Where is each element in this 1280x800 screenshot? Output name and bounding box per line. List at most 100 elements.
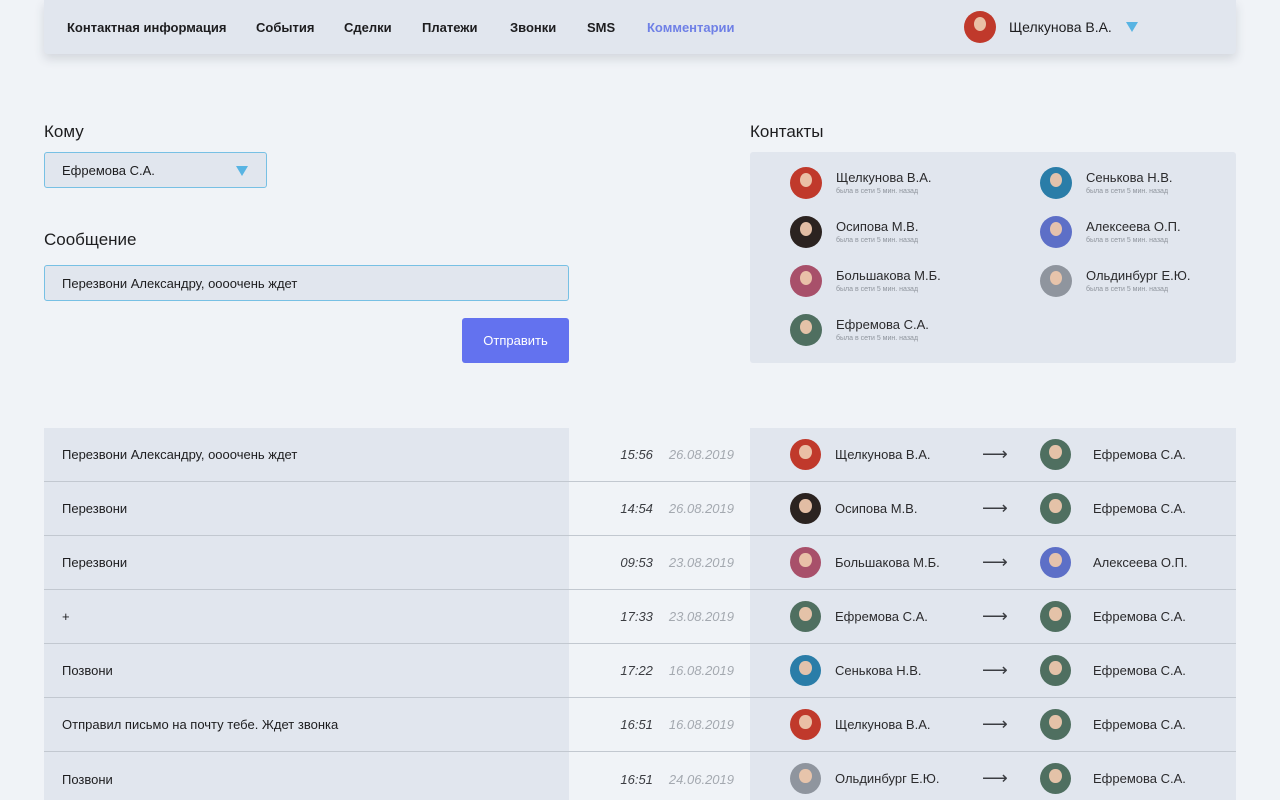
recipient-avatar xyxy=(1040,601,1071,632)
contact-item[interactable]: Большакова М.Б. была в сети 5 мин. назад xyxy=(790,265,941,297)
table-row[interactable]: Перезвони 09:53 23.08.2019 Большакова М.Б… xyxy=(44,536,1236,590)
contact-item[interactable]: Щелкунова В.А. была в сети 5 мин. назад xyxy=(790,167,931,199)
recipient-name: Ефремова С.А. xyxy=(1093,501,1186,516)
comment-author: Щелкунова В.А. xyxy=(790,709,930,740)
contacts-title: Контакты xyxy=(750,122,824,141)
contact-name: Ефремова С.А. xyxy=(836,316,929,332)
chevron-down-icon xyxy=(236,166,248,176)
comment-timestamp: 16:51 16.08.2019 xyxy=(569,698,750,751)
contact-name: Ольдинбург Е.Ю. xyxy=(1086,267,1191,283)
table-row[interactable]: Перезвони Александру, оооочень ждет 15:5… xyxy=(44,428,1236,482)
table-row[interactable]: Перезвони 14:54 26.08.2019 Осипова М.В. ⟶… xyxy=(44,482,1236,536)
arrow-right-icon: ⟶ xyxy=(982,768,1008,788)
comment-text: Отправил письмо на почту тебе. Ждет звон… xyxy=(44,698,569,751)
nav-tab-contact-info[interactable]: Контактная информация xyxy=(67,20,226,35)
nav-tab-payments[interactable]: Платежи xyxy=(422,20,477,35)
nav-tab-events[interactable]: События xyxy=(256,20,314,35)
chevron-down-icon xyxy=(1125,22,1138,32)
comment-text: Позвони xyxy=(44,644,569,697)
arrow-right-icon: ⟶ xyxy=(982,660,1008,680)
comment-participants: Ольдинбург Е.Ю. ⟶ Ефремова С.А. xyxy=(750,752,1236,800)
comment-date: 23.08.2019 xyxy=(668,555,734,570)
recipient-avatar xyxy=(1040,439,1071,470)
author-avatar xyxy=(790,655,821,686)
author-name: Щелкунова В.А. xyxy=(835,717,931,732)
comment-participants: Сенькова Н.В. ⟶ Ефремова С.А. xyxy=(750,644,1236,697)
comment-author: Ефремова С.А. xyxy=(790,601,928,632)
comment-timestamp: 09:53 23.08.2019 xyxy=(569,536,750,589)
comment-time: 16:51 xyxy=(620,771,653,787)
contact-item[interactable]: Ольдинбург Е.Ю. была в сети 5 мин. назад xyxy=(1040,265,1190,297)
table-row[interactable]: Отправил письмо на почту тебе. Ждет звон… xyxy=(44,698,1236,752)
contact-name: Осипова М.В. xyxy=(836,218,919,234)
contact-item[interactable]: Осипова М.В. была в сети 5 мин. назад xyxy=(790,216,918,248)
recipient-avatar xyxy=(1040,493,1071,524)
comment-timestamp: 16:51 24.06.2019 xyxy=(569,752,750,800)
contact-name: Алексеева О.П. xyxy=(1086,218,1181,234)
nav-tab-comments[interactable]: Комментарии xyxy=(647,20,735,35)
arrow-right-icon: ⟶ xyxy=(982,552,1008,572)
recipient-avatar xyxy=(1040,655,1071,686)
comment-timestamp: 14:54 26.08.2019 xyxy=(569,482,750,535)
contact-item[interactable]: Сенькова Н.В. была в сети 5 мин. назад xyxy=(1040,167,1173,199)
comment-recipient: Ефремова С.А. xyxy=(1040,439,1186,470)
author-name: Ефремова С.А. xyxy=(835,609,928,624)
nav-tab-sms[interactable]: SMS xyxy=(587,20,615,35)
nav-tab-calls[interactable]: Звонки xyxy=(510,20,556,35)
table-row[interactable]: Позвони 16:51 24.06.2019 Ольдинбург Е.Ю. … xyxy=(44,752,1236,800)
table-row[interactable]: Позвони 17:22 16.08.2019 Сенькова Н.В. ⟶ … xyxy=(44,644,1236,698)
comment-text: Перезвони Александру, оооочень ждет xyxy=(44,428,569,481)
comment-recipient: Ефремова С.А. xyxy=(1040,709,1186,740)
comment-recipient: Ефремова С.А. xyxy=(1040,601,1186,632)
comment-author: Осипова М.В. xyxy=(790,493,917,524)
comment-time: 16:51 xyxy=(620,717,653,732)
comment-participants: Большакова М.Б. ⟶ Алексеева О.П. xyxy=(750,536,1236,589)
contact-avatar xyxy=(790,167,822,199)
author-name: Осипова М.В. xyxy=(835,501,918,516)
recipient-select[interactable]: Ефремова С.А. xyxy=(44,152,267,188)
comment-time: 14:54 xyxy=(620,501,653,516)
comments-table: Перезвони Александру, оооочень ждет 15:5… xyxy=(44,428,1236,800)
recipient-name: Ефремова С.А. xyxy=(1093,771,1186,786)
author-name: Сенькова Н.В. xyxy=(835,663,922,678)
comment-time: 17:22 xyxy=(620,663,653,678)
comment-recipient: Ефремова С.А. xyxy=(1040,655,1186,686)
recipient-name: Ефремова С.А. xyxy=(1093,609,1186,624)
comment-author: Ольдинбург Е.Ю. xyxy=(790,763,939,794)
contact-status: была в сети 5 мин. назад xyxy=(836,187,919,195)
user-menu[interactable]: Щелкунова В.А. xyxy=(964,11,1138,43)
author-avatar xyxy=(790,601,821,632)
contact-name: Щелкунова В.А. xyxy=(836,169,932,185)
comment-text: Перезвони xyxy=(44,536,569,589)
comment-timestamp: 17:33 23.08.2019 xyxy=(569,590,750,643)
table-row[interactable]: + 17:33 23.08.2019 Ефремова С.А. ⟶ Ефремо… xyxy=(44,590,1236,644)
contact-item[interactable]: Алексеева О.П. была в сети 5 мин. назад xyxy=(1040,216,1181,248)
comment-timestamp: 17:22 16.08.2019 xyxy=(569,644,750,697)
contact-avatar xyxy=(1040,265,1072,297)
comment-participants: Щелкунова В.А. ⟶ Ефремова С.А. xyxy=(750,698,1236,751)
comment-timestamp: 15:56 26.08.2019 xyxy=(569,428,750,481)
author-avatar xyxy=(790,547,821,578)
author-avatar xyxy=(790,439,821,470)
contact-avatar xyxy=(790,265,822,297)
comment-participants: Ефремова С.А. ⟶ Ефремова С.А. xyxy=(750,590,1236,643)
recipient-avatar xyxy=(1040,547,1071,578)
comment-time: 09:53 xyxy=(620,555,653,570)
contact-name: Большакова М.Б. xyxy=(836,267,941,283)
contact-status: была в сети 5 мин. назад xyxy=(1086,187,1169,195)
contact-item[interactable]: Ефремова С.А. была в сети 5 мин. назад xyxy=(790,314,929,346)
message-input[interactable] xyxy=(44,265,569,301)
contact-status: была в сети 5 мин. назад xyxy=(836,334,919,342)
contact-status: была в сети 5 мин. назад xyxy=(836,236,919,244)
nav-tab-deals[interactable]: Сделки xyxy=(344,20,392,35)
arrow-right-icon: ⟶ xyxy=(982,714,1008,734)
comment-date: 26.08.2019 xyxy=(668,501,734,516)
contact-status: была в сети 5 мин. назад xyxy=(1086,236,1169,244)
send-button[interactable]: Отправить xyxy=(462,318,569,363)
user-name: Щелкунова В.А. xyxy=(1009,19,1112,35)
user-avatar xyxy=(964,11,996,43)
author-name: Большакова М.Б. xyxy=(835,555,940,570)
recipient-avatar xyxy=(1040,763,1071,794)
recipient-name: Ефремова С.А. xyxy=(1093,717,1186,732)
arrow-right-icon: ⟶ xyxy=(982,498,1008,518)
